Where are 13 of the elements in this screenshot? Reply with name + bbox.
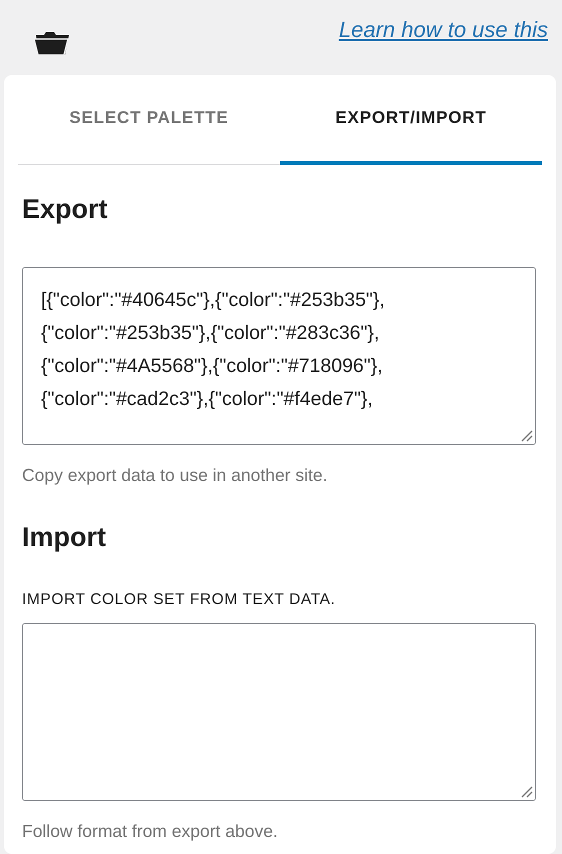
section-heading: Export — [22, 196, 109, 223]
import-field[interactable] — [22, 623, 536, 801]
field-label: IMPORT COLOR SET FROM TEXT DATA. — [22, 591, 336, 609]
tab[interactable]: SELECT PALETTE — [18, 75, 280, 165]
help-text: Follow format from export above. — [22, 821, 279, 842]
folder-icon[interactable] — [34, 30, 72, 56]
resize-handle-icon[interactable] — [521, 430, 533, 442]
section-heading: Import — [22, 524, 107, 551]
resize-handle-icon[interactable] — [521, 786, 533, 798]
help-text: Copy export data to use in another site. — [22, 465, 328, 486]
tab[interactable]: EXPORT/IMPORT — [280, 75, 542, 165]
export-field[interactable]: [{"color":"#40645c"},{"color":"#253b35"}, {"color":"#253b35"},{"color":"#283c36"}, {"color":"#4A5568"},{"color":"#718096"}, {"color":"#cad2c3"},{"color":"#f4ede7"}, — [22, 267, 536, 445]
help-link[interactable]: Learn how to use this — [338, 17, 548, 43]
